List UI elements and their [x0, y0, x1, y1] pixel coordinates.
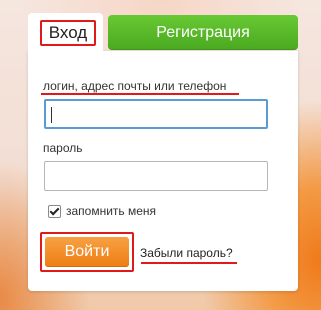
- tab-login-label: Вход: [40, 20, 96, 46]
- remember-label: запомнить меня: [66, 204, 157, 218]
- tab-register[interactable]: Регистрация: [108, 15, 298, 50]
- remember-checkbox[interactable]: [48, 204, 61, 218]
- forgot-link-underline: [141, 262, 237, 264]
- forgot-password-link[interactable]: Забыли пароль?: [140, 246, 233, 260]
- login-input[interactable]: [44, 99, 268, 129]
- login-field-label: логин, адрес почты или телефон: [43, 79, 227, 93]
- submit-button[interactable]: Войти: [45, 237, 129, 267]
- text-caret: [51, 107, 52, 123]
- password-label: пароль: [43, 141, 83, 155]
- remember-me: запомнить меня: [48, 204, 156, 218]
- submit-button-highlight: Войти: [40, 232, 134, 272]
- tab-login[interactable]: Вход: [28, 13, 103, 53]
- login-label-underline: [41, 93, 239, 95]
- password-input[interactable]: [44, 161, 268, 191]
